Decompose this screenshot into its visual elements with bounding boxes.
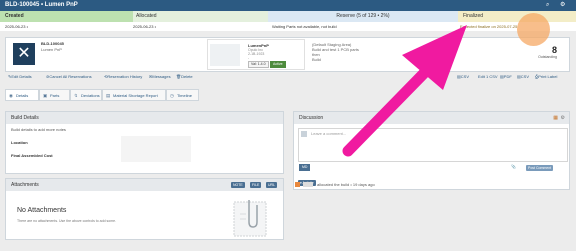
cancel-reservations-label: Cancel All Reservations: [49, 74, 92, 79]
user-avatar: [295, 182, 300, 187]
build-details-heading: Build Details: [6, 112, 283, 124]
tab-deviations-label: Deviations: [81, 93, 100, 98]
edit-details-link[interactable]: ✎ Edit Details: [8, 72, 32, 82]
tab-details-label: Details: [16, 93, 29, 98]
build-id: BLD-100045: [41, 41, 64, 46]
product-card[interactable]: LumenPnP Opulo Inc 2-1B-1923 - Val: 1.4.…: [207, 39, 305, 70]
stage-allocated[interactable]: Allocated: [133, 11, 268, 22]
outstanding-counter: 8 Outstanding: [538, 45, 557, 59]
attach-clip-icon[interactable]: 📎: [511, 164, 516, 169]
edit-details-label: Edit Details: [11, 74, 32, 79]
tab-bar: ◉ Details ▣ Parts ↯ Deviations ▤ Material Sh…: [5, 89, 570, 101]
activity-row: allocated the build • 19 days ago: [293, 180, 570, 190]
stage-reserve[interactable]: Reserve (5 of 129 • 2%): [268, 11, 458, 22]
outstanding-label: Outstanding: [538, 55, 557, 59]
csv-link[interactable]: ▤ CSV: [457, 72, 469, 82]
comment-box[interactable]: Leave a comment...: [298, 128, 568, 162]
tab-timeline[interactable]: ◷ Timeline: [166, 89, 199, 101]
reservation-history-link[interactable]: ⟲ Reservation History: [104, 72, 142, 82]
action-bar: ✎ Edit Details ⊘ Cancel All Reservations…: [0, 72, 576, 82]
discussion-heading: Discussion: [294, 112, 569, 124]
email-link[interactable]: ✉ Email: [430, 72, 443, 82]
outstanding-count: 8: [551, 45, 557, 55]
stage-finalized[interactable]: Finalized: [458, 11, 576, 22]
csv2-label: CSV: [520, 74, 530, 79]
pdf-link[interactable]: ▤ PDF: [500, 72, 512, 82]
discussion-panel: Discussion ▦ ⚙ Leave a comment... MD 📎 P…: [293, 111, 570, 190]
parts-icon: ▣: [43, 93, 48, 98]
pdf-label: PDF: [503, 74, 512, 79]
attachments-panel: Attachments NOTE FILE URL No Attachments…: [5, 178, 284, 240]
version-chip: Val: 1.4.0: [248, 61, 269, 68]
tab-deviations[interactable]: ↯ Deviations: [70, 89, 102, 101]
reservation-history-label: Reservation History: [107, 74, 143, 79]
stage-dates: 2025-06-23 • 2025-06-23 • Waiting Parts …: [0, 22, 576, 31]
tools-icon: ✕: [13, 43, 35, 65]
rss-icon[interactable]: ▦: [553, 115, 558, 121]
tab-material-shortage[interactable]: ▤ Material Shortage Report: [102, 89, 166, 101]
tab-timeline-label: Timeline: [177, 93, 192, 98]
add-note-button[interactable]: NOTE: [231, 182, 245, 188]
messages-label: Messages: [152, 74, 171, 79]
print-label-link[interactable]: ⎙ Print Label: [535, 72, 557, 82]
avatar: [301, 131, 307, 137]
details-icon: ◉: [9, 93, 13, 98]
status-badge: Active: [270, 61, 286, 68]
report-icon: ▤: [106, 93, 111, 98]
tab-details[interactable]: ◉ Details: [5, 89, 39, 101]
allocated-date: 2025-06-23 •: [133, 24, 156, 29]
final-cost-label: Final Assembled Cost: [11, 153, 53, 158]
reserve-status: Waiting Parts not available, not build: [272, 24, 337, 29]
build-name: Lumen PnP: [41, 47, 62, 52]
edit-csv-label: Edit 1 CSV: [478, 74, 498, 79]
settings-icon[interactable]: ⚙: [561, 115, 565, 121]
tab-parts-label: Parts: [50, 93, 60, 98]
csv-label: CSV: [460, 74, 470, 79]
markdown-badge: MD: [299, 164, 311, 171]
delete-label: Delete: [181, 74, 193, 79]
build-details-note: Build details to add more notes: [11, 127, 66, 132]
product-line-3: -: [248, 56, 250, 60]
build-description: (Default Staging Area) Build and test 1 …: [312, 42, 359, 62]
delete-link[interactable]: 🗑 Delete: [176, 72, 193, 82]
print-label-label: Print Label: [538, 74, 558, 79]
add-file-button[interactable]: FILE: [250, 182, 262, 188]
search-icon[interactable]: ⌕: [546, 1, 549, 10]
no-attachments-title: No Attachments: [17, 207, 67, 214]
window-titlebar: BLD-100045 • Lumen PnP ⌕ ⚙: [0, 0, 576, 11]
paperclip-document-icon: [233, 200, 267, 237]
build-header-card: ✕ BLD-100045 Lumen PnP LumenPnP Opulo In…: [5, 37, 570, 72]
created-date: 2025-06-23 •: [5, 24, 28, 29]
product-line-2: 2-1B-1923: [248, 52, 265, 56]
clock-icon: ◷: [170, 93, 174, 98]
stage-bar: Created Allocated Reserve (5 of 129 • 2%…: [0, 11, 576, 22]
add-url-button[interactable]: URL: [266, 182, 278, 188]
activity-text: allocated the build • 19 days ago: [317, 182, 375, 187]
product-image: [210, 44, 240, 66]
comment-input[interactable]: Leave a comment...: [311, 131, 346, 136]
location-label: Location: [11, 140, 28, 145]
no-attachments-text: There are no attachments. Use the above …: [17, 219, 117, 223]
csv2-link[interactable]: ▤ CSV: [517, 72, 529, 82]
finalize-date: Expected finalize on 2025-07-25: [460, 24, 518, 29]
email-label: Email: [433, 74, 444, 79]
deviations-icon: ↯: [74, 93, 78, 98]
value-placeholder: [121, 136, 191, 162]
user-name: [303, 182, 313, 187]
build-details-panel: Build Details Build details to add more …: [5, 111, 284, 174]
tab-parts[interactable]: ▣ Parts: [39, 89, 70, 101]
tab-material-shortage-label: Material Shortage Report: [113, 93, 158, 98]
description-line: Build: [312, 57, 321, 62]
cursor-highlight: [517, 13, 550, 46]
stage-created[interactable]: Created: [0, 11, 133, 22]
messages-link[interactable]: ✉ Messages: [149, 72, 171, 82]
cancel-reservations-link[interactable]: ⊘ Cancel All Reservations: [46, 72, 92, 82]
post-comment-button[interactable]: Post Comment: [526, 165, 554, 171]
window-title: BLD-100045 • Lumen PnP: [5, 2, 78, 8]
gear-icon[interactable]: ⚙: [560, 1, 565, 10]
